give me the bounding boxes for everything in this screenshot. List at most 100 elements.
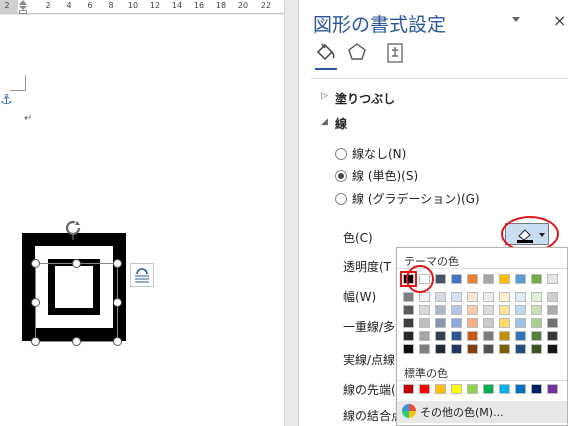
theme-shade-swatch[interactable] [419, 318, 430, 328]
theme-shade-swatch[interactable] [515, 344, 526, 354]
radio-button[interactable] [335, 148, 347, 160]
radio-button[interactable] [335, 193, 347, 205]
theme-shade-swatch[interactable] [419, 305, 430, 315]
theme-shade-swatch[interactable] [467, 331, 478, 341]
theme-shade-swatch[interactable] [483, 344, 494, 354]
resize-handle[interactable] [113, 259, 122, 268]
standard-color-swatch[interactable] [483, 384, 494, 394]
theme-shade-swatch[interactable] [515, 292, 526, 302]
theme-shade-swatch[interactable] [483, 292, 494, 302]
theme-color-swatch[interactable] [499, 274, 510, 284]
document-page[interactable]: ⚓ ↵ [0, 15, 284, 426]
theme-shade-swatch[interactable] [451, 344, 462, 354]
theme-shade-swatch[interactable] [451, 305, 462, 315]
theme-shade-swatch[interactable] [403, 318, 414, 328]
theme-shade-swatch[interactable] [547, 292, 558, 302]
theme-color-swatch[interactable] [515, 274, 526, 284]
theme-shade-swatch[interactable] [419, 292, 430, 302]
theme-shade-swatch[interactable] [547, 344, 558, 354]
standard-color-swatch[interactable] [531, 384, 542, 394]
resize-handle[interactable] [72, 337, 81, 346]
theme-shade-swatch[interactable] [515, 305, 526, 315]
theme-shade-swatch[interactable] [403, 331, 414, 341]
theme-shade-swatch[interactable] [547, 305, 558, 315]
horizontal-ruler[interactable]: 2 2 4 6 8 10 12 14 16 18 20 22 [0, 0, 284, 14]
theme-shade-swatch[interactable] [403, 305, 414, 315]
standard-color-swatch[interactable] [435, 384, 446, 394]
theme-shade-swatch[interactable] [435, 292, 446, 302]
standard-color-swatch[interactable] [515, 384, 526, 394]
collapse-arrow-icon[interactable]: ◢ [321, 117, 328, 127]
theme-color-swatch[interactable] [547, 274, 558, 284]
theme-shade-swatch[interactable] [547, 318, 558, 328]
theme-shade-swatch[interactable] [499, 292, 510, 302]
section-line[interactable]: 線 [335, 115, 347, 132]
expand-arrow-icon[interactable]: ▷ [321, 91, 328, 101]
theme-shade-swatch[interactable] [403, 344, 414, 354]
theme-shade-swatch[interactable] [547, 331, 558, 341]
theme-shade-swatch[interactable] [467, 318, 478, 328]
effects-pentagon-icon[interactable] [345, 40, 369, 66]
standard-color-swatch[interactable] [467, 384, 478, 394]
radio-button-checked[interactable] [335, 170, 347, 182]
theme-shade-swatch[interactable] [483, 331, 494, 341]
rotate-handle-icon[interactable] [62, 218, 84, 240]
layout-options-button[interactable] [130, 263, 154, 287]
divider [311, 78, 568, 79]
resize-handle[interactable] [113, 337, 122, 346]
theme-color-swatch[interactable] [483, 274, 494, 284]
theme-shade-swatch[interactable] [483, 305, 494, 315]
resize-handle[interactable] [31, 259, 40, 268]
theme-shade-swatch[interactable] [467, 292, 478, 302]
theme-shade-swatch[interactable] [451, 318, 462, 328]
standard-color-swatch[interactable] [547, 384, 558, 394]
resize-handle[interactable] [113, 298, 122, 307]
theme-color-swatch[interactable] [531, 274, 542, 284]
more-colors-menu-item[interactable]: その他の色(M)... [397, 401, 567, 423]
theme-color-swatch[interactable] [451, 274, 462, 284]
size-layout-icon[interactable] [383, 40, 407, 66]
standard-color-swatch[interactable] [451, 384, 462, 394]
theme-shade-swatch[interactable] [435, 305, 446, 315]
fill-line-icon[interactable] [313, 40, 337, 66]
theme-shade-swatch[interactable] [531, 305, 542, 315]
standard-color-swatch[interactable] [499, 384, 510, 394]
theme-shade-swatch[interactable] [435, 318, 446, 328]
standard-color-swatch[interactable] [403, 384, 414, 394]
theme-shade-swatch[interactable] [515, 318, 526, 328]
radio-no-line[interactable]: 線なし(N) [335, 145, 406, 161]
theme-shade-swatch[interactable] [483, 318, 494, 328]
theme-shade-swatch[interactable] [419, 331, 430, 341]
theme-shade-swatch[interactable] [435, 344, 446, 354]
theme-shade-swatch[interactable] [451, 331, 462, 341]
theme-shade-swatch[interactable] [403, 292, 414, 302]
section-fill[interactable]: 塗りつぶし [335, 90, 395, 107]
theme-shade-swatch[interactable] [499, 344, 510, 354]
theme-shade-swatch[interactable] [435, 331, 446, 341]
theme-shade-swatch[interactable] [499, 318, 510, 328]
theme-color-swatch[interactable] [435, 274, 446, 284]
theme-shade-swatch[interactable] [531, 318, 542, 328]
theme-shade-swatch[interactable] [531, 292, 542, 302]
pane-options-chevron-down-icon[interactable] [512, 17, 520, 22]
resize-handle[interactable] [31, 298, 40, 307]
theme-shade-swatch[interactable] [467, 344, 478, 354]
theme-shade-swatch[interactable] [515, 331, 526, 341]
radio-solid-line[interactable]: 線 (単色)(S) [335, 167, 418, 183]
theme-shade-swatch[interactable] [419, 344, 430, 354]
standard-color-swatch[interactable] [419, 384, 430, 394]
theme-shade-swatch[interactable] [531, 331, 542, 341]
theme-color-swatch[interactable] [467, 274, 478, 284]
theme-shade-swatch[interactable] [451, 292, 462, 302]
resize-handle[interactable] [72, 259, 81, 268]
ruler-number: 8 [108, 1, 114, 10]
theme-shade-swatch[interactable] [531, 344, 542, 354]
theme-shade-swatch[interactable] [499, 331, 510, 341]
theme-shade-swatch[interactable] [499, 305, 510, 315]
resize-handle[interactable] [31, 337, 40, 346]
indent-marker[interactable] [19, 0, 27, 14]
close-icon[interactable]: × [553, 11, 566, 30]
radio-gradient-line[interactable]: 線 (グラデーション)(G) [335, 190, 480, 206]
vertical-scrollbar[interactable] [284, 0, 298, 426]
theme-shade-swatch[interactable] [467, 305, 478, 315]
